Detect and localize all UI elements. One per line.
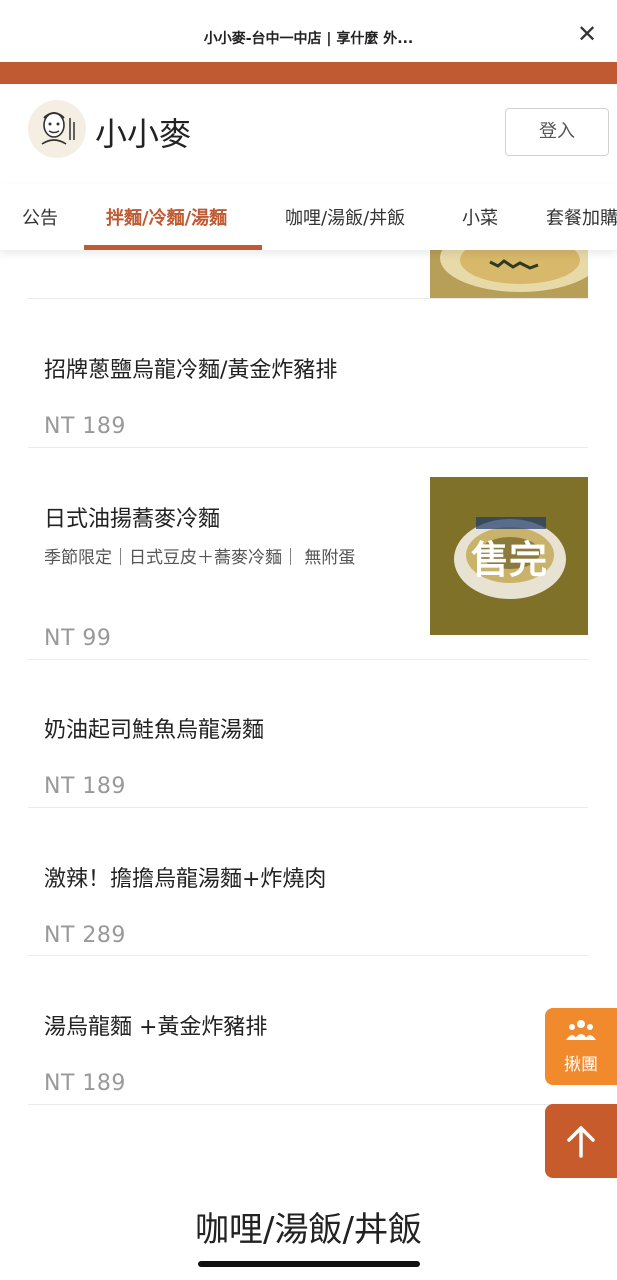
- page-title: 小小麥-台中一中店 | 享什麼 外...: [203, 31, 414, 47]
- active-tab-indicator: [84, 245, 262, 250]
- menu-item-name[interactable]: 激辣！擔擔烏龍湯麵+炸燒肉: [44, 861, 326, 893]
- tab-noodles[interactable]: 拌麵/冷麵/湯麵: [106, 204, 227, 230]
- login-button[interactable]: 登入: [505, 108, 609, 156]
- close-icon[interactable]: ✕: [573, 20, 601, 48]
- back-to-top-button[interactable]: [545, 1104, 617, 1178]
- dish-image-partial[interactable]: [430, 250, 588, 298]
- menu-item-name[interactable]: 湯烏龍麵 +黃金炸豬排: [44, 1009, 267, 1041]
- tab-announcement[interactable]: 公告: [22, 204, 58, 230]
- group-order-label: 揪團: [564, 1055, 598, 1075]
- chef-logo-icon: [28, 100, 86, 158]
- menu-item-price: NT 189: [44, 414, 126, 439]
- menu-item-price: NT 189: [44, 774, 126, 799]
- divider: [28, 447, 588, 448]
- menu-item-name[interactable]: 奶油起司鮭魚烏龍湯麵: [44, 712, 264, 744]
- menu-item-name[interactable]: 招牌蔥鹽烏龍冷麵/黃金炸豬排: [44, 352, 337, 384]
- group-order-button[interactable]: 揪團: [545, 1008, 617, 1085]
- menu-item-name[interactable]: 日式油揚蕎麥冷麵: [44, 501, 220, 533]
- menu-item-price: NT 189: [44, 1071, 126, 1096]
- divider: [28, 807, 588, 808]
- home-indicator[interactable]: [198, 1261, 420, 1267]
- menu-item-price: NT 289: [44, 923, 126, 948]
- tab-curry-rice[interactable]: 咖哩/湯飯/丼飯: [285, 204, 405, 230]
- divider: [28, 1104, 588, 1105]
- menu-item-price: NT 99: [44, 626, 112, 651]
- divider: [28, 298, 588, 299]
- tab-set-addons[interactable]: 套餐加購: [546, 204, 617, 230]
- arrow-up-icon: [567, 1126, 595, 1158]
- browser-bar: 小小麥-台中一中店 | 享什麼 外... ✕: [0, 0, 617, 62]
- people-icon: [545, 1018, 617, 1042]
- store-name: 小小麥: [95, 115, 192, 153]
- section-title: 咖哩/湯飯/丼飯: [195, 1210, 422, 1250]
- category-tabs: 公告 拌麵/冷麵/湯麵 咖哩/湯飯/丼飯 小菜 套餐加購: [0, 184, 617, 250]
- divider: [28, 659, 588, 660]
- menu-item-description: 季節限定｜日式豆皮＋蕎麥冷麵｜ 無附蛋: [44, 548, 356, 568]
- dish-image[interactable]: 售完: [430, 477, 588, 635]
- store-header: 小小麥 登入: [0, 84, 617, 184]
- sold-out-badge: 售完: [470, 537, 547, 582]
- accent-strip: [0, 62, 617, 84]
- tab-side-dishes[interactable]: 小菜: [462, 204, 498, 230]
- divider: [28, 955, 588, 956]
